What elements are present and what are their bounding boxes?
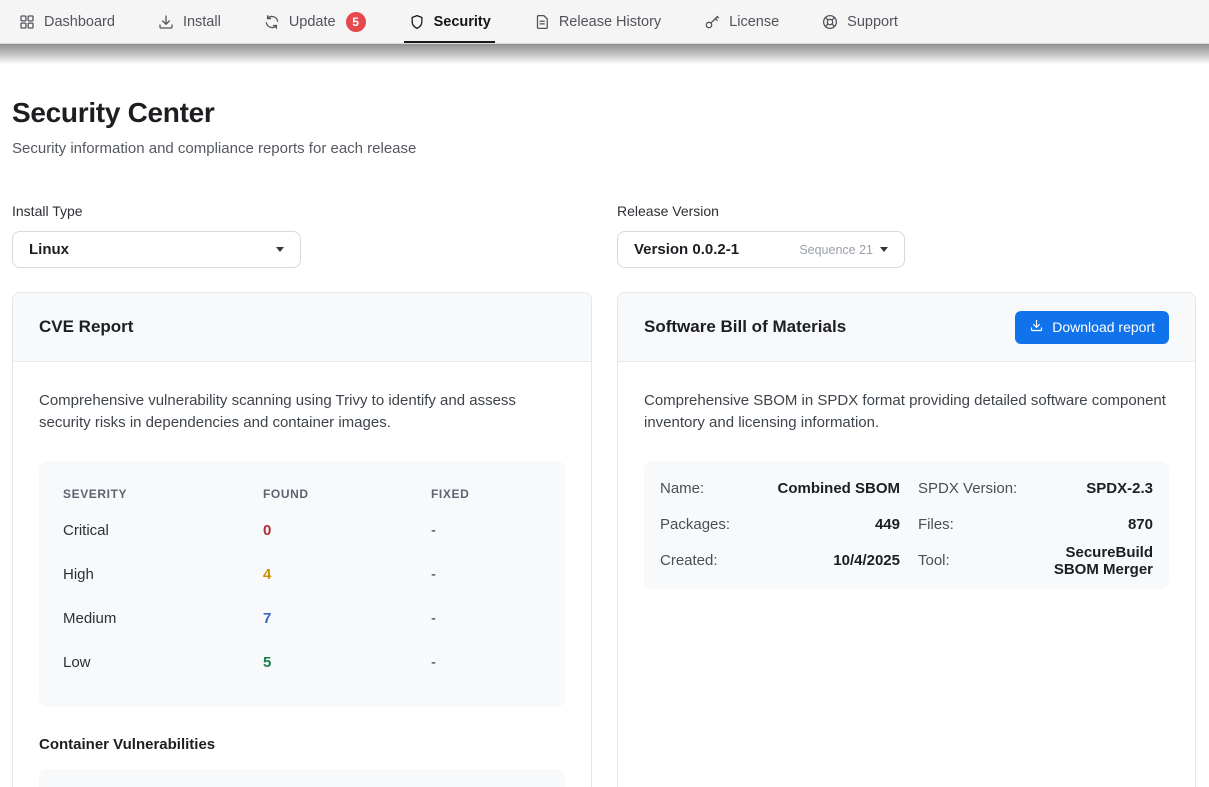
table-row: High 4 - <box>63 553 541 597</box>
nav-item-license[interactable]: License <box>703 0 779 43</box>
found-count: 0 <box>263 522 431 539</box>
sbom-detail-value: 870 <box>1035 516 1153 533</box>
severity-label: Low <box>63 654 263 671</box>
sbom-card-header: Software Bill of Materials Download repo… <box>618 293 1195 362</box>
cve-report-title: CVE Report <box>39 317 133 337</box>
header-shadow-band <box>0 44 1209 64</box>
sbom-detail-value: 449 <box>775 516 900 533</box>
security-icon <box>408 13 426 31</box>
nav-item-label: Security <box>434 14 491 30</box>
download-report-label: Download report <box>1052 319 1155 335</box>
table-row: Packages: 449 Files: 870 <box>660 507 1153 543</box>
severity-column-header: SEVERITY <box>63 487 263 501</box>
install-type-value: Linux <box>29 241 69 258</box>
nav-item-security[interactable]: Security <box>408 0 491 43</box>
nav-item-label: License <box>729 14 779 30</box>
cve-report-card: CVE Report Comprehensive vulnerability s… <box>12 292 592 787</box>
nav-item-label: Update <box>289 14 336 30</box>
sbom-detail-label: Name: <box>660 480 775 497</box>
table-row: Medium 7 - <box>63 597 541 641</box>
nav-item-dashboard[interactable]: Dashboard <box>18 0 115 43</box>
sbom-detail-value: Combined SBOM <box>775 480 900 497</box>
release-version-select[interactable]: Version 0.0.2-1 Sequence 21 <box>617 231 905 268</box>
table-row: Created: 10/4/2025 Tool: SecureBuild SBO… <box>660 543 1153 579</box>
sbom-detail-value: SPDX-2.3 <box>1035 480 1153 497</box>
sbom-detail-label: Files: <box>900 516 1035 533</box>
sbom-details-table: Name: Combined SBOM SPDX Version: SPDX-2… <box>644 461 1169 589</box>
download-icon <box>1029 318 1044 336</box>
support-icon <box>821 13 839 31</box>
severity-label: High <box>63 566 263 583</box>
found-column-header: FOUND <box>263 487 431 501</box>
download-report-button[interactable]: Download report <box>1015 311 1169 344</box>
severity-table-header: SEVERITY FOUND FIXED <box>63 479 541 509</box>
nav-item-update[interactable]: Update 5 <box>263 0 366 43</box>
sbom-detail-value: 10/4/2025 <box>775 552 900 569</box>
found-count: 5 <box>263 654 431 671</box>
container-vulnerabilities-title: Container Vulnerabilities <box>39 736 565 753</box>
page-title: Security Center <box>12 97 1197 129</box>
cve-report-card-header: CVE Report <box>13 293 591 362</box>
release-sequence-label: Sequence 21 <box>799 243 873 257</box>
release-version-value: Version 0.0.2-1 <box>634 241 739 258</box>
top-nav: Dashboard Install Update 5 Security Rele… <box>0 0 1209 44</box>
nav-item-install[interactable]: Install <box>157 0 221 43</box>
severity-label: Medium <box>63 610 263 627</box>
nav-item-label: Install <box>183 14 221 30</box>
install-type-select[interactable]: Linux <box>12 231 301 268</box>
fixed-column-header: FIXED <box>431 487 541 501</box>
install-icon <box>157 13 175 31</box>
fixed-count: - <box>431 654 541 671</box>
nav-item-label: Release History <box>559 14 661 30</box>
install-type-label: Install Type <box>12 203 592 219</box>
table-row: Critical 0 - <box>63 509 541 553</box>
page-subtitle: Security information and compliance repo… <box>12 140 1197 157</box>
fixed-count: - <box>431 610 541 627</box>
table-row: Name: Combined SBOM SPDX Version: SPDX-2… <box>660 471 1153 507</box>
update-count-badge: 5 <box>346 12 366 32</box>
sbom-detail-value: SecureBuild SBOM Merger <box>1035 544 1153 578</box>
chevron-down-icon <box>880 247 888 252</box>
sbom-detail-label: SPDX Version: <box>900 480 1035 497</box>
fixed-count: - <box>431 522 541 539</box>
sbom-card: Software Bill of Materials Download repo… <box>617 292 1196 787</box>
nav-item-label: Support <box>847 14 898 30</box>
found-count: 4 <box>263 566 431 583</box>
sbom-detail-label: Created: <box>660 552 775 569</box>
sbom-detail-label: Tool: <box>900 552 1035 569</box>
license-icon <box>703 13 721 31</box>
cve-report-description: Comprehensive vulnerability scanning usi… <box>39 390 565 434</box>
update-icon <box>263 13 281 31</box>
sbom-detail-label: Packages: <box>660 516 775 533</box>
release-history-icon <box>533 13 551 31</box>
chevron-down-icon <box>276 247 284 252</box>
fixed-count: - <box>431 566 541 583</box>
nav-item-support[interactable]: Support <box>821 0 898 43</box>
container-table-header: NAME FOUND FIXED <box>39 769 565 787</box>
table-row: Low 5 - <box>63 641 541 685</box>
release-version-label: Release Version <box>617 203 1196 219</box>
sbom-title: Software Bill of Materials <box>644 317 846 337</box>
found-count: 7 <box>263 610 431 627</box>
nav-item-label: Dashboard <box>44 14 115 30</box>
nav-item-release-history[interactable]: Release History <box>533 0 661 43</box>
sbom-description: Comprehensive SBOM in SPDX format provid… <box>644 390 1169 434</box>
severity-label: Critical <box>63 522 263 539</box>
severity-table: SEVERITY FOUND FIXED Critical 0 - High 4… <box>39 461 565 707</box>
dashboard-icon <box>18 13 36 31</box>
